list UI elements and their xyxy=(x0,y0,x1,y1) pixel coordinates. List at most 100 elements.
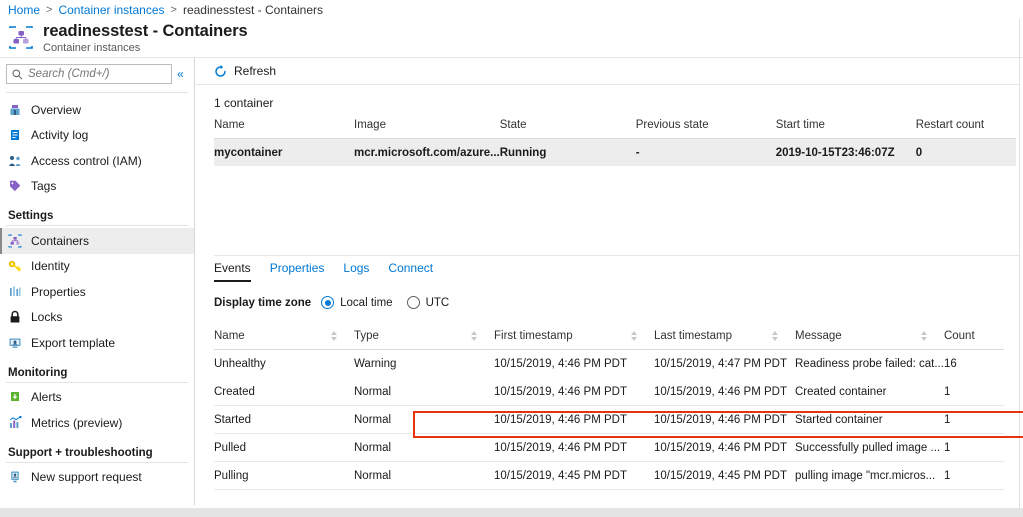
column-header[interactable]: Image xyxy=(354,112,500,139)
sidebar-item-label: Activity log xyxy=(31,128,88,142)
column-header[interactable]: First timestamp xyxy=(494,323,654,350)
collapse-sidebar-button[interactable]: « xyxy=(177,68,184,80)
column-header[interactable]: Count xyxy=(944,323,1004,350)
radio-button[interactable] xyxy=(407,296,420,309)
sort-icon[interactable] xyxy=(772,331,781,341)
column-header[interactable]: State xyxy=(500,112,636,139)
support-request-icon xyxy=(8,470,22,484)
table-cell: 10/15/2019, 4:45 PM PDT xyxy=(654,462,795,490)
breadcrumb-home[interactable]: Home xyxy=(8,3,40,17)
tab-logs[interactable]: Logs xyxy=(343,261,369,282)
search-icon xyxy=(12,69,23,80)
time-zone-option-local-time[interactable]: Local time xyxy=(321,296,392,309)
table-row[interactable]: mycontainermcr.microsoft.com/azure...Run… xyxy=(214,139,1016,167)
sort-icon[interactable] xyxy=(471,331,480,341)
sidebar-item-metrics-preview[interactable]: Metrics (preview) xyxy=(0,410,194,436)
sidebar-item-label: Alerts xyxy=(31,390,62,404)
radio-button[interactable] xyxy=(321,296,334,309)
sidebar-item-label: New support request xyxy=(31,470,142,484)
column-header[interactable]: Name xyxy=(214,112,354,139)
sidebar-item-label: Export template xyxy=(31,336,115,350)
tag-icon xyxy=(8,179,22,193)
column-header[interactable]: Previous state xyxy=(636,112,776,139)
page-title: readinesstest - Containers xyxy=(43,23,248,40)
time-zone-label: Display time zone xyxy=(214,297,311,309)
sidebar-item-label: Properties xyxy=(31,285,86,299)
column-header[interactable]: Start time xyxy=(776,112,916,139)
column-header-label: Last timestamp xyxy=(654,330,732,342)
table-row[interactable]: PulledNormal10/15/2019, 4:46 PM PDT10/15… xyxy=(214,434,1004,462)
sort-icon[interactable] xyxy=(921,331,930,341)
lock-icon xyxy=(8,310,22,324)
breadcrumb-separator-1: > xyxy=(46,4,52,16)
refresh-button[interactable]: Refresh xyxy=(214,60,284,82)
table-cell: Started xyxy=(214,406,354,434)
sort-icon[interactable] xyxy=(331,331,340,341)
sidebar-item-alerts[interactable]: Alerts xyxy=(0,385,194,411)
table-cell: 16 xyxy=(944,350,1004,378)
sidebar: « Overview Activity log Access control (IA… xyxy=(0,58,195,505)
table-cell: Normal xyxy=(354,434,494,462)
table-cell: 10/15/2019, 4:45 PM PDT xyxy=(494,462,654,490)
overview-icon xyxy=(8,103,22,117)
column-header[interactable]: Message xyxy=(795,323,944,350)
sidebar-item-locks[interactable]: Locks xyxy=(0,305,194,331)
table-cell: 10/15/2019, 4:46 PM PDT xyxy=(494,350,654,378)
column-header[interactable]: Type xyxy=(354,323,494,350)
sidebar-group-divider xyxy=(6,225,188,226)
table-row[interactable]: UnhealthyWarning10/15/2019, 4:46 PM PDT1… xyxy=(214,350,1004,378)
detail-tabs: Events Properties Logs Connect xyxy=(196,256,1019,282)
breadcrumb-container-instances[interactable]: Container instances xyxy=(58,3,164,17)
sidebar-item-containers[interactable]: Containers xyxy=(0,228,194,254)
column-header[interactable]: Restart count xyxy=(916,112,1016,139)
search-input[interactable] xyxy=(28,68,156,80)
sidebar-item-properties[interactable]: Properties xyxy=(0,279,194,305)
table-cell: 0 xyxy=(916,139,1016,167)
sidebar-item-export-template[interactable]: Export template xyxy=(0,330,194,356)
column-header[interactable]: Name xyxy=(214,323,354,350)
search-box[interactable] xyxy=(6,64,172,84)
time-zone-option-utc[interactable]: UTC xyxy=(407,296,450,309)
table-row[interactable]: CreatedNormal10/15/2019, 4:46 PM PDT10/1… xyxy=(214,378,1004,406)
table-cell: Warning xyxy=(354,350,494,378)
sidebar-group-settings: Settings xyxy=(0,199,194,225)
export-template-icon xyxy=(8,336,22,350)
sidebar-item-tags[interactable]: Tags xyxy=(0,174,194,200)
sort-icon[interactable] xyxy=(631,331,640,341)
table-row[interactable]: StartedNormal10/15/2019, 4:46 PM PDT10/1… xyxy=(214,406,1004,434)
column-header[interactable]: Last timestamp xyxy=(654,323,795,350)
sidebar-search-row: « xyxy=(0,58,194,90)
table-cell: 10/15/2019, 4:46 PM PDT xyxy=(654,434,795,462)
table-header-row: NameType First timestampLast timestamp Mes… xyxy=(214,323,1004,350)
breadcrumb-current: readinesstest - Containers xyxy=(183,3,323,17)
sidebar-item-access-control-iam[interactable]: Access control (IAM) xyxy=(0,148,194,174)
breadcrumb: Home > Container instances > readinesste… xyxy=(0,0,1023,19)
main-content: Refresh 1 container NameImageStatePrevio… xyxy=(196,58,1019,505)
sidebar-divider xyxy=(6,92,188,93)
container-instance-icon xyxy=(8,25,34,51)
sidebar-group-support-troubleshooting: Support + troubleshooting xyxy=(0,436,194,462)
tab-connect[interactable]: Connect xyxy=(388,261,433,282)
table-row[interactable]: PullingNormal10/15/2019, 4:45 PM PDT10/1… xyxy=(214,462,1004,490)
time-zone-row: Display time zone Local time UTC xyxy=(196,296,1019,309)
table-cell: - xyxy=(636,139,776,167)
sidebar-item-identity[interactable]: Identity xyxy=(0,254,194,280)
sidebar-item-label: Tags xyxy=(31,179,56,193)
sidebar-item-activity-log[interactable]: Activity log xyxy=(0,123,194,149)
sidebar-item-new-support-request[interactable]: New support request xyxy=(0,465,194,491)
radio-label: Local time xyxy=(340,297,392,309)
table-cell: Created xyxy=(214,378,354,406)
sidebar-item-label: Identity xyxy=(31,259,70,273)
table-cell: mcr.microsoft.com/azure... xyxy=(354,139,500,167)
refresh-icon xyxy=(214,65,227,78)
command-toolbar: Refresh xyxy=(196,58,1019,85)
container-count: 1 container xyxy=(196,85,1019,110)
key-icon xyxy=(8,259,22,273)
table-cell: 10/15/2019, 4:46 PM PDT xyxy=(494,406,654,434)
tab-properties[interactable]: Properties xyxy=(270,261,325,282)
column-header-label: Type xyxy=(354,330,379,342)
sidebar-item-overview[interactable]: Overview xyxy=(0,97,194,123)
sidebar-group-divider xyxy=(6,382,188,383)
tab-events[interactable]: Events xyxy=(214,261,251,282)
refresh-label: Refresh xyxy=(234,64,276,78)
